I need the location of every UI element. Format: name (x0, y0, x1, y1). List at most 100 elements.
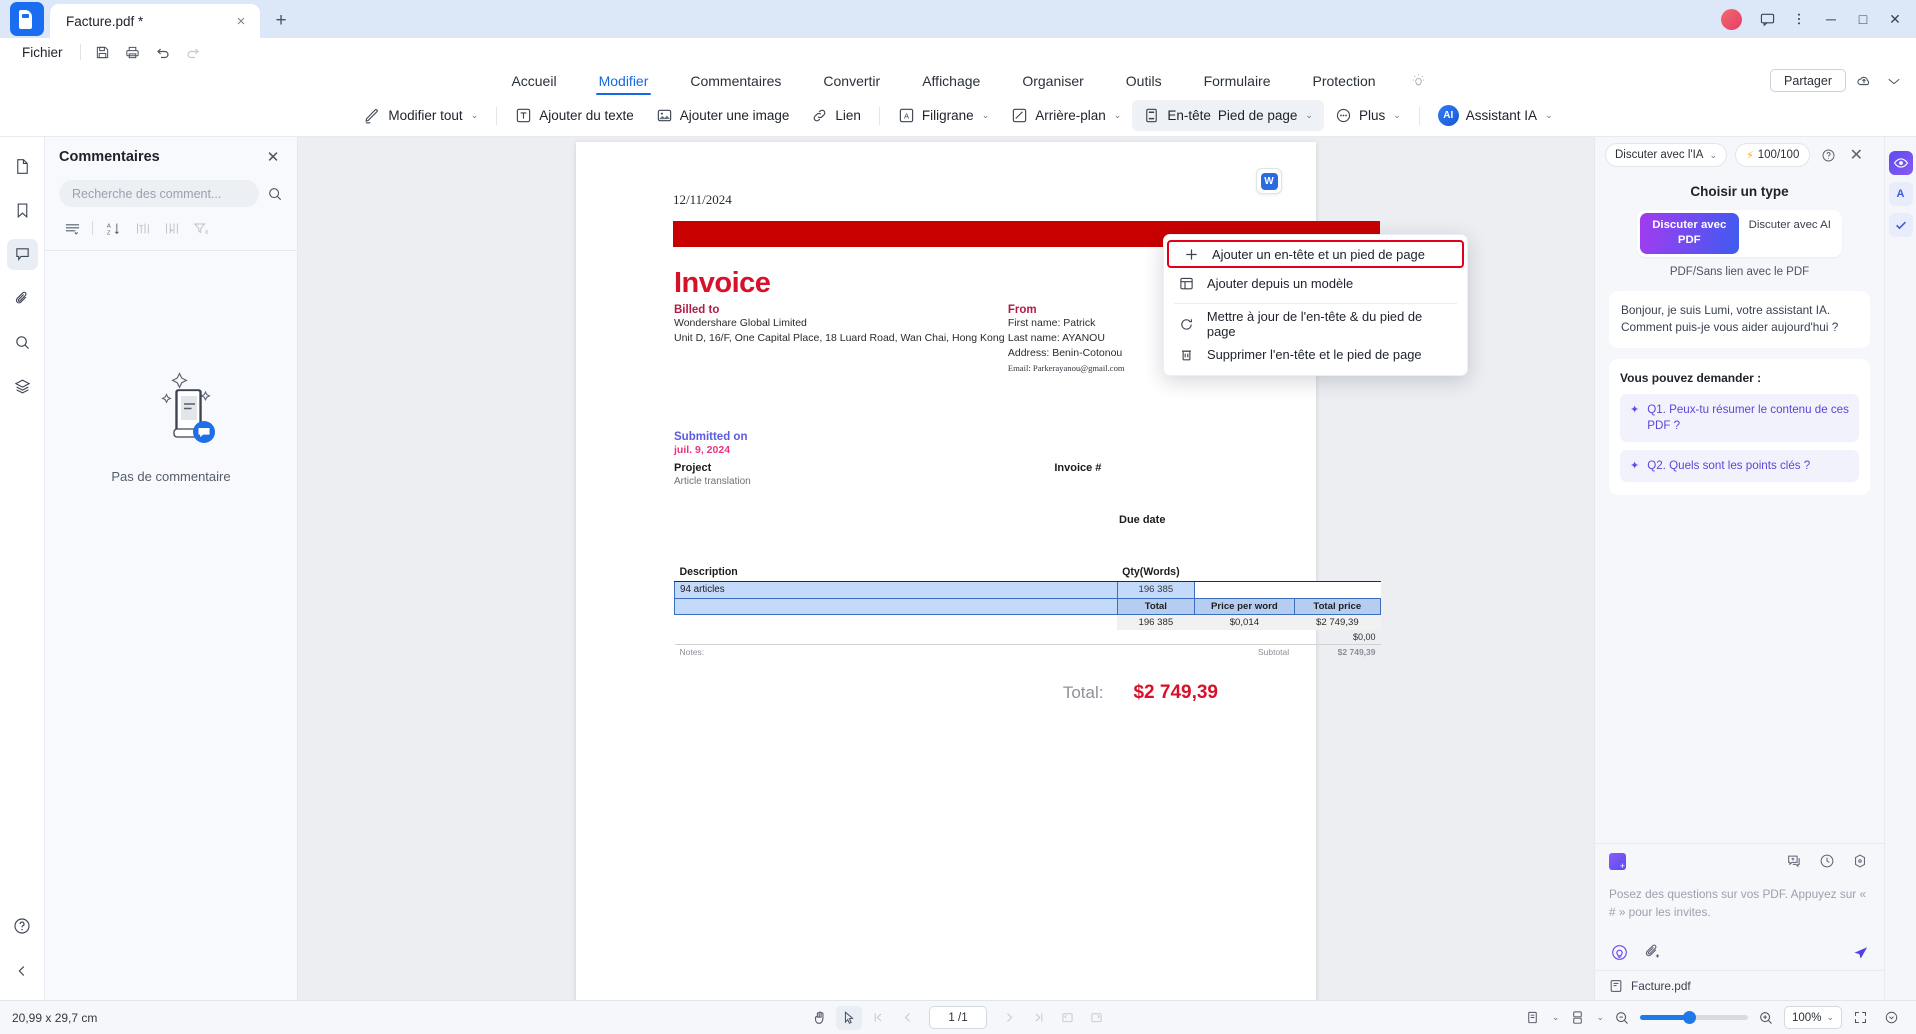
ajouter-image-button[interactable]: Ajouter une image (645, 100, 801, 131)
sparkle-icon-2: ✦ (1630, 460, 1640, 473)
document-tab[interactable]: Facture.pdf * × (50, 4, 260, 38)
settings-icon[interactable] (1850, 851, 1870, 871)
tab-accueil[interactable]: Accueil (490, 66, 577, 95)
zoom-in-icon[interactable] (1753, 1006, 1779, 1030)
prompt-bulb-icon[interactable] (1609, 942, 1629, 962)
chevron-down-icon-view2[interactable]: ⌄ (1596, 1012, 1604, 1023)
tab-protection[interactable]: Protection (1292, 66, 1397, 95)
ajouter-texte-button[interactable]: Ajouter du texte (504, 100, 645, 131)
single-page-view-icon[interactable] (1520, 1006, 1546, 1030)
help-icon[interactable] (7, 910, 38, 941)
knowledge-base-icon[interactable] (1609, 852, 1626, 871)
ai-suggestion-2[interactable]: ✦ Q2. Quels sont les points clés ? (1620, 450, 1859, 483)
ai-mode-select[interactable]: Discuter avec l'IA ⌄ (1605, 143, 1728, 167)
sort-ascending-icon[interactable] (129, 217, 155, 239)
sort-descending-icon[interactable] (158, 217, 184, 239)
save-icon[interactable] (88, 40, 118, 64)
arriere-plan-button[interactable]: Arrière-plan ⌄ (1000, 100, 1132, 131)
continuous-view-icon[interactable] (1564, 1006, 1590, 1030)
question-circle-icon[interactable] (1818, 145, 1838, 165)
filigrane-button[interactable]: A Filigrane ⌄ (887, 100, 1000, 131)
comments-search-input[interactable] (59, 180, 259, 207)
search-icon[interactable] (267, 186, 283, 202)
tab-modifier[interactable]: Modifier (578, 66, 670, 95)
more-dots-icon (1335, 107, 1352, 124)
segment-chat-with-ai[interactable]: Discuter avec AI (1741, 213, 1840, 254)
tab-outils[interactable]: Outils (1105, 66, 1183, 95)
close-tab-icon[interactable]: × (230, 10, 252, 32)
more-options-icon[interactable] (1784, 4, 1814, 34)
new-tab-icon[interactable]: + (266, 6, 296, 36)
hand-tool-icon[interactable] (807, 1006, 833, 1030)
minimize-button[interactable]: ─ (1816, 4, 1846, 34)
ai-eye-icon[interactable] (1888, 151, 1913, 175)
chevron-down-icon-view1[interactable]: ⌄ (1552, 1012, 1560, 1023)
sidebar-item-attachments[interactable] (7, 283, 38, 314)
share-button[interactable]: Partager (1770, 69, 1846, 92)
tips-bulb-icon[interactable] (1411, 66, 1426, 95)
user-avatar[interactable] (1721, 8, 1742, 30)
tab-convertir[interactable]: Convertir (802, 66, 901, 95)
ai-credits-badge[interactable]: ⚡ 100/100 (1735, 143, 1811, 167)
first-page-icon[interactable] (865, 1006, 891, 1030)
plus-button[interactable]: Plus ⌄ (1324, 100, 1412, 131)
zoom-level-select[interactable]: 100% ⌄ (1784, 1006, 1842, 1029)
tab-commentaires[interactable]: Commentaires (669, 66, 802, 95)
wondershare-watermark-badge[interactable]: W (1256, 168, 1282, 194)
zoom-out-icon[interactable] (1609, 1006, 1635, 1030)
menu-item-ajouter-entete-pied[interactable]: Ajouter un en-tête et un pied de page (1167, 240, 1464, 268)
sidebar-item-layers[interactable] (7, 371, 38, 402)
tab-formulaire[interactable]: Formulaire (1183, 66, 1292, 95)
zoom-slider-handle[interactable] (1683, 1011, 1697, 1024)
menu-item-mettre-a-jour[interactable]: Mettre à jour de l'en-tête & du pied de … (1164, 309, 1467, 339)
history-icon[interactable] (1817, 851, 1837, 871)
ribbon-right-actions: Partager (1770, 66, 1906, 95)
list-view-icon[interactable] (59, 217, 85, 239)
close-window-button[interactable]: ✕ (1880, 4, 1910, 34)
filter-icon[interactable] (187, 217, 213, 239)
undo-icon[interactable] (148, 40, 178, 64)
zoom-slider[interactable] (1640, 1011, 1748, 1024)
sidebar-item-bookmark[interactable] (7, 195, 38, 226)
close-comments-panel-icon[interactable]: ✕ (263, 147, 283, 167)
menu-item-ajouter-depuis-modele[interactable]: Ajouter depuis un modèle (1164, 268, 1467, 298)
maximize-button[interactable]: □ (1848, 4, 1878, 34)
sidebar-item-comments[interactable] (6, 239, 38, 270)
close-ai-panel-icon[interactable]: ✕ (1846, 145, 1866, 165)
more-view-options-icon[interactable] (1878, 1006, 1904, 1030)
next-page-icon[interactable] (996, 1006, 1022, 1030)
menu-item-supprimer[interactable]: Supprimer l'en-tête et le pied de page (1164, 339, 1467, 369)
comment-badge-icon[interactable] (1752, 4, 1782, 34)
ai-attached-file[interactable]: Facture.pdf (1595, 970, 1884, 1000)
segment-chat-with-pdf[interactable]: Discuter avec PDF (1640, 213, 1739, 254)
prev-page-icon[interactable] (894, 1006, 920, 1030)
sidebar-item-search[interactable] (7, 327, 38, 358)
select-tool-icon[interactable] (836, 1005, 862, 1030)
attach-file-icon[interactable] (1642, 942, 1662, 962)
expand-ribbon-icon[interactable] (1882, 69, 1906, 93)
tab-affichage[interactable]: Affichage (901, 66, 1001, 95)
ai-prompt-input[interactable]: Posez des questions sur vos PDF. Appuyez… (1595, 878, 1884, 934)
tab-organiser[interactable]: Organiser (1001, 66, 1104, 95)
cloud-upload-icon[interactable] (1852, 69, 1876, 93)
ai-translate-icon[interactable]: A (1888, 182, 1913, 206)
fit-page-icon[interactable] (1847, 1006, 1873, 1030)
rotate-left-icon[interactable] (1054, 1006, 1080, 1030)
rotate-right-icon[interactable] (1083, 1006, 1109, 1030)
print-icon[interactable] (118, 40, 148, 64)
new-chat-icon[interactable] (1784, 851, 1804, 871)
last-page-icon[interactable] (1025, 1006, 1051, 1030)
entete-pied-de-page-button[interactable]: En-tête Pied de page ⌄ (1132, 100, 1324, 131)
ai-check-icon[interactable] (1888, 213, 1913, 237)
modifier-tout-button[interactable]: Modifier tout ⌄ (352, 100, 489, 131)
table-row[interactable]: 94 articles 196 385 (674, 580, 1381, 599)
page-number-input[interactable]: 1 /1 (929, 1006, 987, 1029)
collapse-panel-icon[interactable] (7, 955, 38, 986)
send-message-icon[interactable] (1851, 943, 1870, 962)
sidebar-item-page-thumbnails[interactable] (7, 151, 38, 182)
menu-fichier[interactable]: Fichier (12, 45, 73, 60)
sort-az-icon[interactable]: AZ (100, 217, 126, 239)
lien-button[interactable]: Lien (800, 100, 872, 131)
ai-suggestion-1[interactable]: ✦ Q1. Peux-tu résumer le contenu de ces … (1620, 394, 1859, 443)
assistant-ia-button[interactable]: AI Assistant IA ⌄ (1427, 100, 1564, 131)
